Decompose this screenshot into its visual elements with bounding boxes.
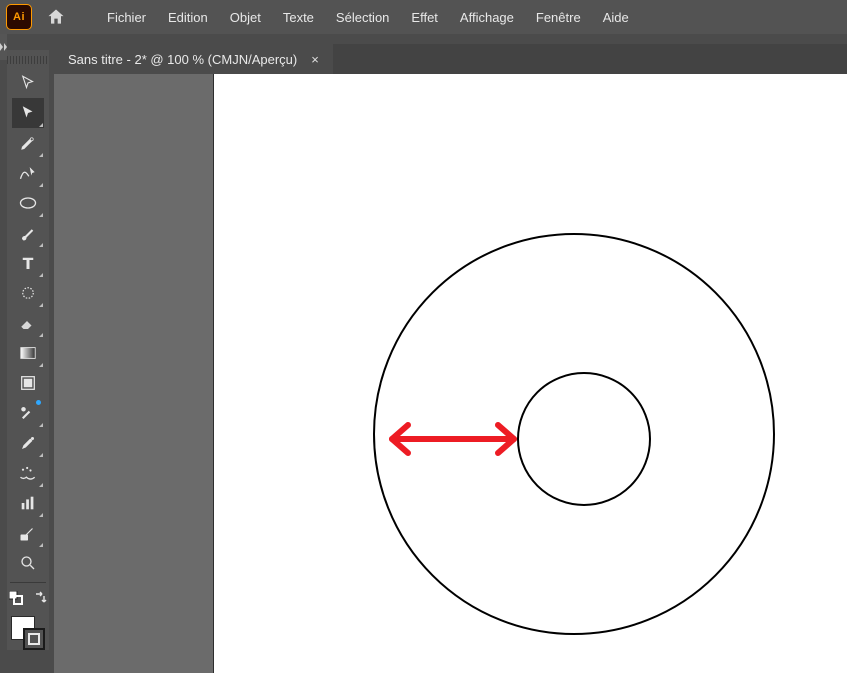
rotate-tool[interactable] [12, 278, 44, 308]
artwork [214, 74, 847, 673]
paintbrush-tool[interactable] [12, 218, 44, 248]
ellipse-tool[interactable] [12, 188, 44, 218]
toolbox [7, 50, 49, 650]
canvas-area [54, 74, 847, 673]
shape-builder-tool[interactable] [12, 398, 44, 428]
symbol-sprayer-tool[interactable] [12, 458, 44, 488]
menu-window[interactable]: Fenêtre [527, 6, 590, 29]
menu-file[interactable]: Fichier [98, 6, 155, 29]
curvature-pen-tool[interactable] [12, 158, 44, 188]
app-logo: Ai [6, 4, 32, 30]
pen-tool[interactable] [12, 128, 44, 158]
toolbox-grip[interactable] [7, 56, 49, 64]
menu-effect[interactable]: Effet [402, 6, 447, 29]
home-icon[interactable] [46, 7, 66, 27]
slice-tool[interactable] [12, 518, 44, 548]
stroke-swatch[interactable] [23, 628, 45, 650]
selection-tool[interactable] [12, 68, 44, 98]
document-tab-strip: Sans titre - 2* @ 100 % (CMJN/Aperçu) × [54, 44, 847, 74]
menu-help[interactable]: Aide [594, 6, 638, 29]
artboard-tool[interactable] [12, 368, 44, 398]
pasteboard-left [54, 74, 214, 673]
menu-object[interactable]: Objet [221, 6, 270, 29]
menu-select[interactable]: Sélection [327, 6, 398, 29]
menu-view[interactable]: Affichage [451, 6, 523, 29]
graph-tool[interactable] [12, 488, 44, 518]
panel-expand-arrows-icon[interactable] [0, 34, 7, 60]
fill-stroke-swatches[interactable] [11, 616, 45, 650]
document-tab-title: Sans titre - 2* @ 100 % (CMJN/Aperçu) [68, 52, 297, 67]
swap-fill-stroke-icon[interactable] [33, 591, 47, 608]
document-tab[interactable]: Sans titre - 2* @ 100 % (CMJN/Aperçu) × [54, 44, 333, 74]
workspace: Sans titre - 2* @ 100 % (CMJN/Aperçu) × [0, 34, 847, 673]
direct-selection-tool[interactable] [12, 98, 44, 128]
gradient-tool[interactable] [12, 338, 44, 368]
eraser-tool[interactable] [12, 308, 44, 338]
close-icon[interactable]: × [311, 53, 319, 66]
default-fill-stroke-icon[interactable] [9, 591, 23, 608]
outer-circle-shape[interactable] [374, 234, 774, 634]
annotation-arrow [392, 425, 514, 453]
menu-edit[interactable]: Edition [159, 6, 217, 29]
menu-bar: Ai Fichier Edition Objet Texte Sélection… [0, 0, 847, 34]
zoom-tool[interactable] [12, 548, 44, 578]
inner-circle-shape[interactable] [518, 373, 650, 505]
eyedropper-tool[interactable] [12, 428, 44, 458]
menu-type[interactable]: Texte [274, 6, 323, 29]
artboard[interactable] [214, 74, 847, 673]
type-tool[interactable] [12, 248, 44, 278]
